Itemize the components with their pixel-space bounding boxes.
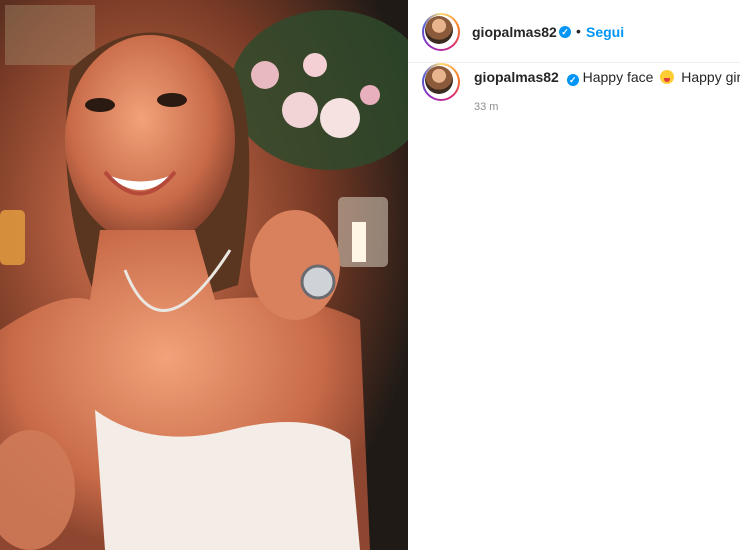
avatar[interactable] bbox=[422, 13, 460, 51]
post-header: giopalmas82 ✓ • Segui bbox=[408, 0, 740, 63]
verified-badge-icon: ✓ bbox=[559, 26, 571, 38]
post-timestamp[interactable]: 33 m bbox=[474, 101, 498, 113]
caption-text-2: Happy girl bbox=[681, 69, 740, 85]
post-photo-illustration bbox=[0, 0, 408, 550]
post-photo[interactable] bbox=[0, 0, 408, 550]
caption-avatar[interactable] bbox=[422, 63, 460, 101]
header-separator: • bbox=[576, 23, 581, 39]
zany-face-icon bbox=[660, 70, 675, 84]
caption: giopalmas82 ✓ Happy face Happy girl bbox=[474, 69, 740, 86]
caption-username[interactable]: giopalmas82 bbox=[474, 69, 559, 85]
caption-text-1: Happy face bbox=[582, 69, 654, 85]
follow-button[interactable]: Segui bbox=[586, 24, 624, 40]
post-detail-panel: giopalmas82 ✓ • Segui giopalmas82 ✓ Happ… bbox=[408, 0, 740, 550]
header-username[interactable]: giopalmas82 bbox=[472, 24, 557, 40]
verified-badge-icon: ✓ bbox=[566, 74, 579, 86]
